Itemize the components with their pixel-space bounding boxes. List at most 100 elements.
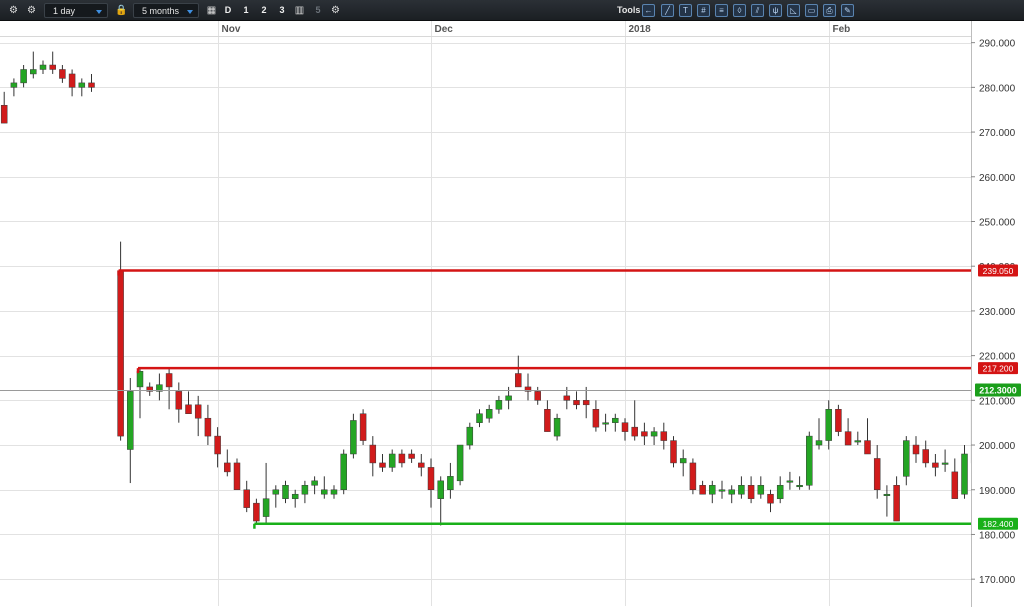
calendar-icon[interactable]: ▦	[204, 3, 219, 18]
candle-down	[631, 426, 638, 437]
x-tick-label: Dec	[435, 24, 454, 35]
candle-up	[757, 485, 765, 495]
period-button-1[interactable]: 1	[240, 3, 252, 18]
trend-line-icon[interactable]: ╱	[661, 4, 674, 17]
candle-up	[282, 485, 289, 499]
candle-down	[573, 400, 580, 406]
candle-up	[718, 489, 726, 492]
candle-up	[20, 69, 27, 84]
candle-down	[689, 462, 697, 491]
candle-down	[204, 417, 212, 437]
candle-down	[243, 489, 250, 508]
candle-down	[893, 485, 900, 522]
candle-down	[224, 462, 231, 473]
candle-down	[398, 453, 406, 464]
interval-select[interactable]: 1 day	[44, 3, 108, 18]
chevron-down-icon	[187, 10, 193, 14]
channel-icon[interactable]: ⫽	[751, 4, 764, 17]
candle-down	[0, 104, 8, 124]
candle-up	[815, 440, 823, 446]
candle-down	[175, 391, 183, 410]
period-button-2[interactable]: 2	[258, 3, 270, 18]
candle-up	[39, 64, 47, 70]
price-level-tag-label: 217.200	[983, 364, 1014, 374]
print-icon[interactable]: ⎙	[823, 4, 836, 17]
candle-up	[806, 435, 813, 486]
candle-up	[796, 485, 803, 488]
candle-up	[961, 453, 968, 495]
candle-down	[563, 395, 571, 401]
gear-icon[interactable]: ⚙	[24, 3, 39, 18]
text-icon[interactable]: T	[679, 4, 692, 17]
candle-up	[272, 489, 280, 495]
period-button-5: 5	[315, 5, 321, 15]
y-tick-label: 230.000	[979, 307, 1016, 318]
candle-up	[476, 413, 483, 423]
candle-down	[534, 391, 541, 401]
ruler-icon[interactable]: ◺	[787, 4, 800, 17]
candle-down	[253, 502, 260, 522]
candle-down	[379, 462, 386, 468]
candle-up	[10, 82, 18, 88]
chart-type-icon[interactable]: ▥	[292, 3, 307, 18]
y-tick-label: 180.000	[979, 530, 1016, 541]
interval-value: 1 day	[53, 6, 76, 16]
candle-up	[854, 440, 862, 443]
candle-down	[582, 400, 590, 406]
candle-up	[311, 480, 318, 486]
price-chart-svg[interactable]: Nov Dec 2018 Feb 170.000 180.000 190.000 200.0…	[0, 21, 1024, 607]
candle-up	[127, 391, 134, 450]
candle-up	[612, 417, 619, 423]
candle-down	[844, 431, 852, 446]
candle-down	[359, 413, 367, 441]
candle-down	[922, 449, 929, 464]
draw-settings-icon[interactable]: ✎	[841, 4, 854, 17]
candle-down	[427, 467, 435, 491]
candle-down	[864, 440, 871, 455]
candle-up	[602, 422, 609, 425]
candle-down	[515, 373, 522, 388]
y-tick-label: 200.000	[979, 441, 1016, 452]
settings-icon[interactable]: ⚙	[6, 3, 21, 18]
candle-up	[728, 489, 735, 495]
shape-icon[interactable]: ▭	[805, 4, 818, 17]
candle-down	[214, 435, 221, 455]
candle-down	[117, 270, 124, 437]
period-button-3[interactable]: 3	[276, 3, 288, 18]
chevron-down-icon	[96, 10, 102, 14]
candle-down	[49, 64, 56, 70]
candle-up	[330, 489, 338, 495]
candle-up	[505, 395, 512, 401]
range-select[interactable]: 5 months	[133, 3, 199, 18]
y-tick-label: 190.000	[979, 486, 1016, 497]
fibonacci-icon[interactable]: ≡	[715, 4, 728, 17]
marker-icon[interactable]: ◊	[733, 4, 746, 17]
candle-up	[738, 485, 745, 495]
candle-up	[650, 431, 658, 437]
grid-icon[interactable]: #	[697, 4, 710, 17]
candle-down	[835, 409, 842, 432]
candle-down	[873, 458, 881, 491]
candle-up	[776, 485, 784, 499]
candle-up	[136, 371, 144, 388]
candle-up	[340, 453, 347, 491]
x-tick-label: 2018	[629, 24, 652, 35]
gear-icon[interactable]: ⚙	[328, 3, 343, 18]
candle-up	[825, 409, 832, 441]
candle-down	[951, 471, 959, 499]
candle-down	[194, 404, 202, 419]
candle-down	[670, 440, 677, 464]
candle-up	[78, 82, 86, 88]
candle-up	[447, 476, 454, 491]
pitchfork-icon[interactable]: ψ	[769, 4, 782, 17]
current-price-label: 212.3000	[979, 386, 1017, 396]
lock-icon[interactable]: 🔒	[114, 3, 129, 18]
arrow-left-icon[interactable]: ←	[642, 4, 655, 17]
x-tick-label: Feb	[833, 24, 851, 35]
candle-up	[30, 69, 37, 75]
candle-up	[456, 444, 464, 482]
candle-up	[388, 453, 396, 468]
price-chart[interactable]: Nov Dec 2018 Feb 170.000 180.000 190.000 200.0…	[0, 21, 1024, 607]
candle-down	[185, 404, 192, 414]
period-button-d[interactable]: D	[222, 3, 234, 18]
